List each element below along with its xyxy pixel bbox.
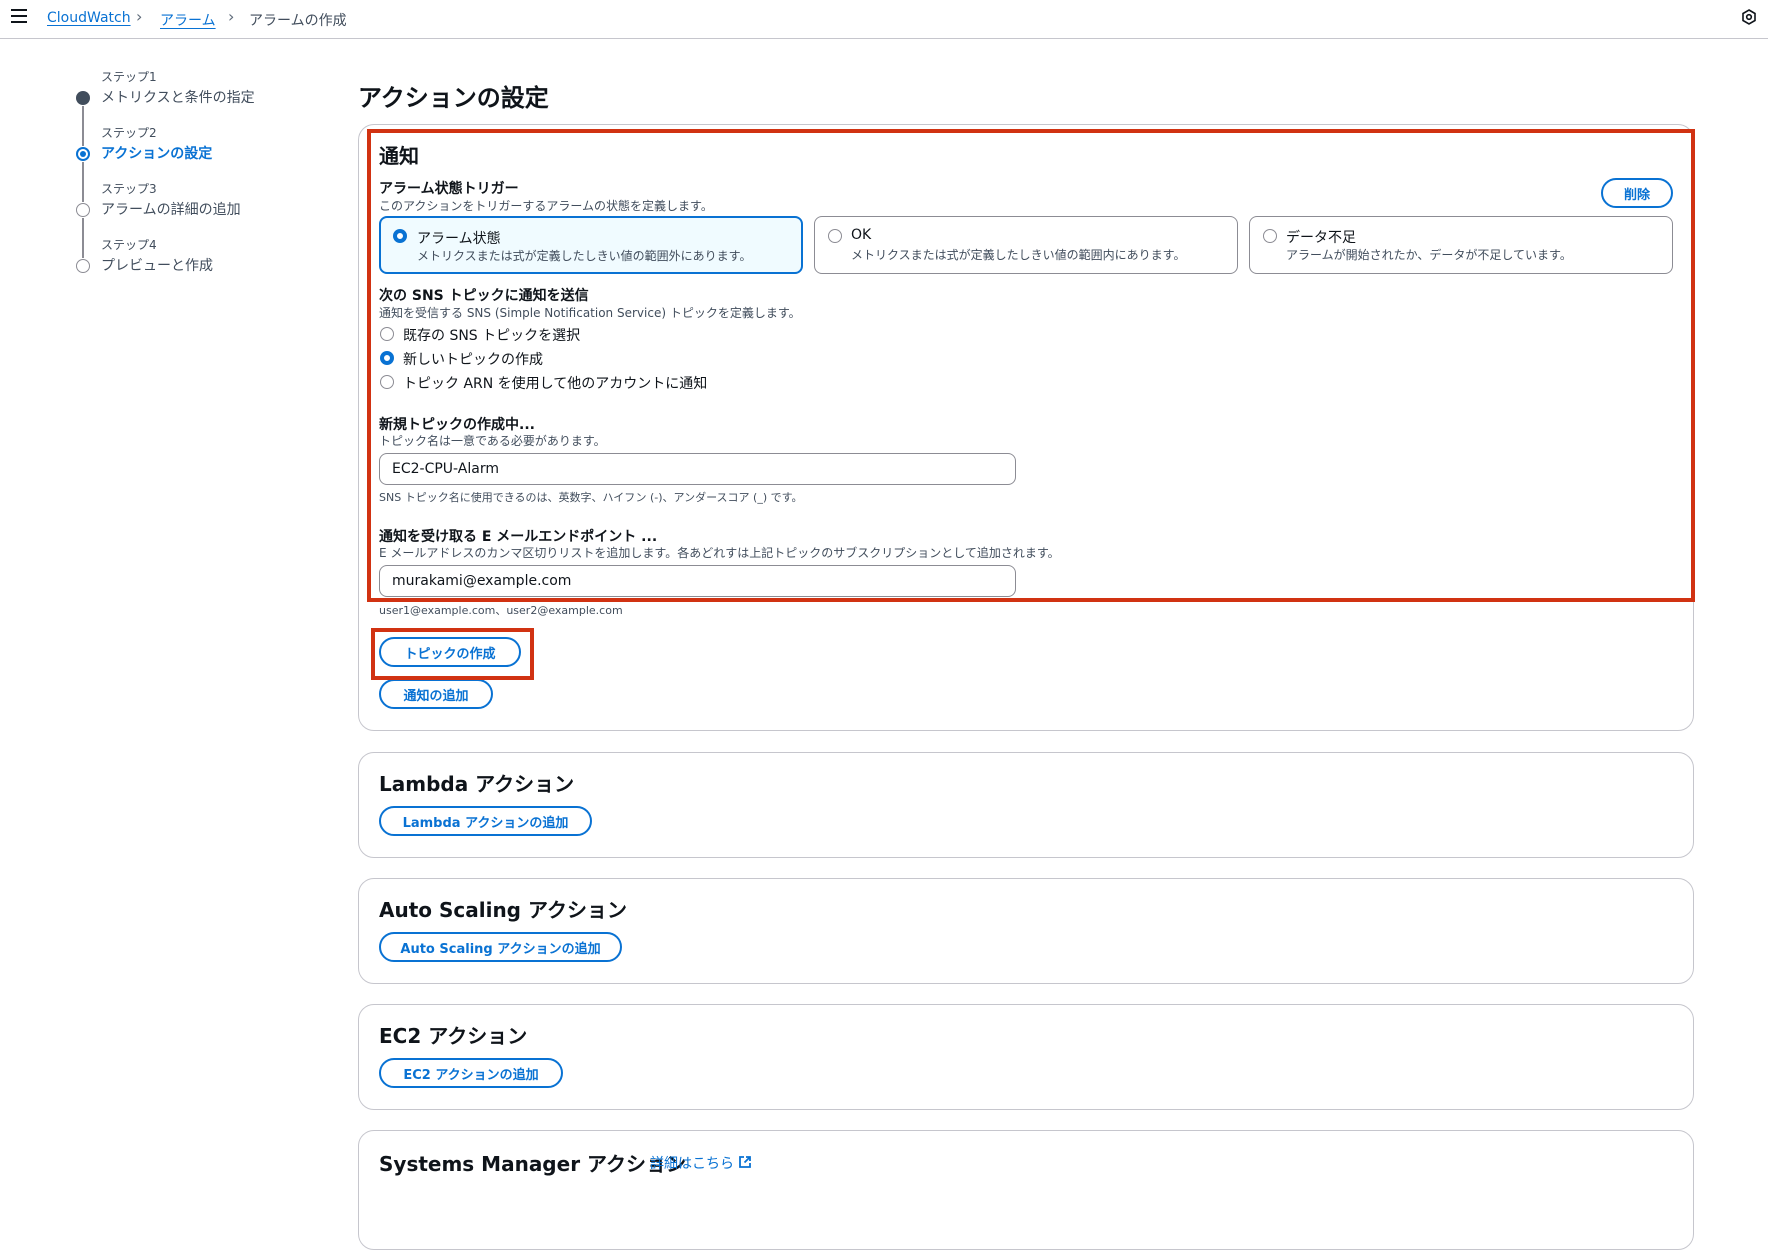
step-connector xyxy=(82,106,84,146)
page-title: アクションの設定 xyxy=(358,84,549,112)
highlight-box-create-topic xyxy=(371,628,534,680)
chevron-right-icon: › xyxy=(136,7,143,26)
step-4-number: ステップ4 xyxy=(101,238,157,252)
highlight-box-notification xyxy=(367,129,1695,602)
step-4-indicator xyxy=(76,259,90,273)
email-hint: user1@example.com、user2@example.com xyxy=(379,604,623,617)
step-3-indicator xyxy=(76,203,90,217)
autoscaling-title: Auto Scaling アクション xyxy=(379,898,627,922)
ec2-title: EC2 アクション xyxy=(379,1024,528,1048)
step-4-title: プレビューと作成 xyxy=(101,258,213,274)
add-notification-button[interactable]: 通知の追加 xyxy=(379,679,493,709)
add-ec2-action-button[interactable]: EC2 アクションの追加 xyxy=(379,1058,563,1088)
step-connector xyxy=(82,218,84,258)
settings-icon[interactable] xyxy=(1741,9,1757,25)
step-3-number: ステップ3 xyxy=(101,182,157,196)
step-1-indicator xyxy=(76,91,90,105)
lambda-title: Lambda アクション xyxy=(379,772,575,796)
menu-icon[interactable] xyxy=(11,9,27,23)
step-1-number: ステップ1 xyxy=(101,70,157,84)
step-1-title[interactable]: メトリクスと条件の指定 xyxy=(101,87,255,107)
step-2-title: アクションの設定 xyxy=(101,146,213,162)
external-link-icon[interactable] xyxy=(738,1155,752,1169)
systems-manager-title: Systems Manager アクション xyxy=(379,1152,687,1176)
step-connector xyxy=(82,162,84,202)
ec2-panel xyxy=(358,1004,1694,1110)
breadcrumb-current: アラームの作成 xyxy=(249,13,347,29)
top-navigation-bar: CloudWatch › アラーム › アラームの作成 xyxy=(0,0,1768,39)
step-2-indicator xyxy=(76,147,90,161)
learn-more-link[interactable]: 詳細はこちら xyxy=(650,1153,734,1173)
step-2-number: ステップ2 xyxy=(101,126,157,140)
step-3-title: アラームの詳細の追加 xyxy=(101,202,241,218)
breadcrumb-alarms[interactable]: アラーム xyxy=(160,10,216,30)
breadcrumb-cloudwatch[interactable]: CloudWatch xyxy=(47,10,131,26)
add-autoscaling-action-button[interactable]: Auto Scaling アクションの追加 xyxy=(379,932,622,962)
add-lambda-action-button[interactable]: Lambda アクションの追加 xyxy=(379,806,592,836)
chevron-right-icon: › xyxy=(228,7,235,26)
